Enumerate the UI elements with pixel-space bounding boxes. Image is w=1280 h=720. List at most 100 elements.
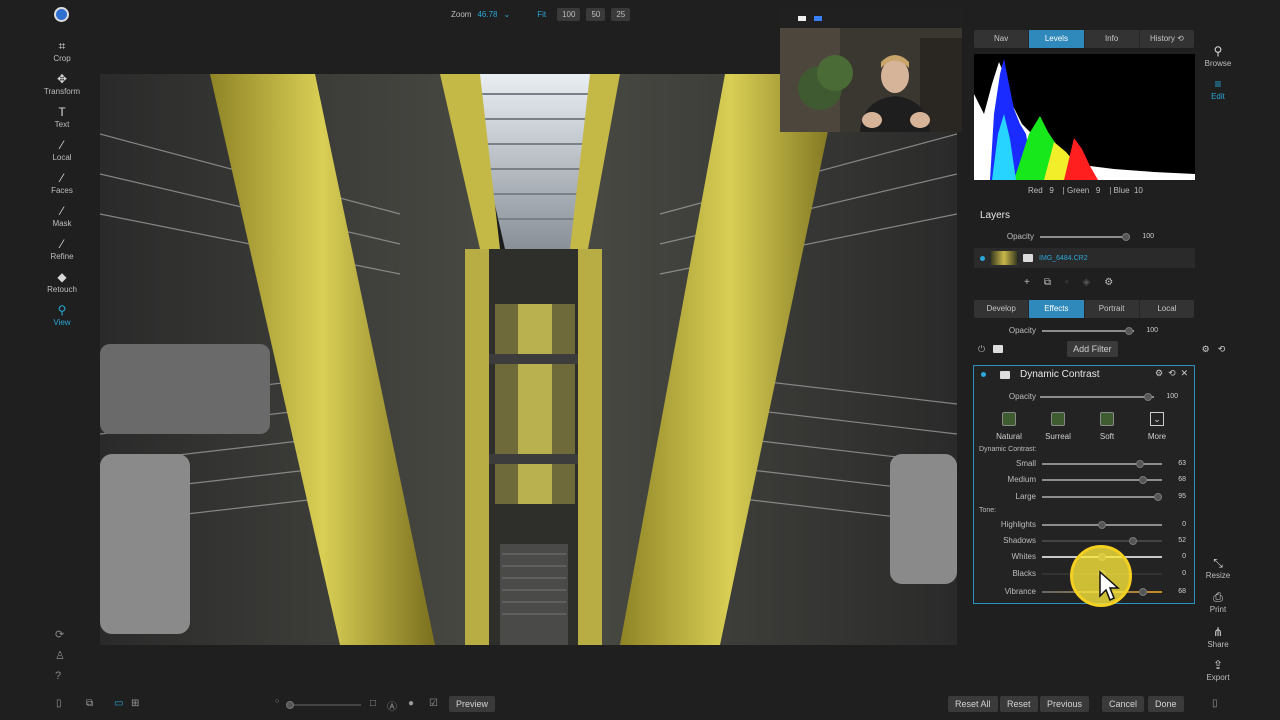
close-icon[interactable]: ✕	[1181, 368, 1189, 379]
effects-opacity-slider[interactable]	[1042, 326, 1134, 335]
add-layer-icon[interactable]: +	[1024, 277, 1030, 288]
slider-knob[interactable]	[1136, 459, 1145, 468]
resize-button[interactable]: ⤡ Resize	[1202, 556, 1234, 589]
layer-settings-icon[interactable]: ⚙	[1104, 277, 1113, 288]
duplicate-layer-icon[interactable]: ⧉	[1044, 277, 1051, 288]
check-icon[interactable]: ☑	[429, 698, 438, 709]
mask-toggle-icon[interactable]: ⏻	[978, 344, 985, 355]
compare-icon[interactable]: ⧉	[86, 698, 93, 709]
effects-opacity-value[interactable]: 100	[1142, 327, 1158, 334]
add-filter-button[interactable]: Add Filter	[1067, 341, 1118, 357]
slider-knob[interactable]	[1098, 520, 1106, 529]
done-button[interactable]: Done	[1148, 696, 1184, 712]
tab-local[interactable]: Local	[1140, 300, 1194, 318]
highlights-slider[interactable]	[1042, 520, 1162, 529]
brush-slider[interactable]	[286, 701, 361, 709]
tab-levels[interactable]: Levels	[1029, 30, 1085, 48]
medium-value[interactable]: 68	[1170, 476, 1186, 483]
delete-layer-icon[interactable]: ▫	[1065, 277, 1069, 288]
tool-transform[interactable]: ✥ Transform	[40, 73, 84, 106]
split-view-icon[interactable]: ⊞	[131, 698, 139, 709]
layers-opacity-slider[interactable]	[1040, 232, 1130, 241]
slider-knob[interactable]	[1121, 232, 1130, 241]
vibrance-value[interactable]: 68	[1170, 588, 1186, 595]
preset-surreal[interactable]: Surreal	[1038, 412, 1078, 441]
tool-faces[interactable]: ⁄ Faces	[40, 172, 84, 205]
window-icon[interactable]	[814, 15, 822, 21]
filter-settings-icon[interactable]: ⚙	[1202, 344, 1210, 355]
slider-knob[interactable]	[1144, 392, 1153, 401]
layer-name[interactable]: IMG_6484.CR2	[1039, 255, 1088, 262]
print-button[interactable]: ⎙ Print	[1202, 590, 1234, 623]
panel-toggle-right-icon[interactable]: ▯	[1212, 698, 1218, 709]
visibility-dot-icon[interactable]	[980, 255, 985, 261]
slider-knob[interactable]	[1138, 475, 1147, 484]
tool-text[interactable]: T Text	[40, 106, 84, 139]
shadows-value[interactable]: 52	[1170, 537, 1186, 544]
blacks-value[interactable]: 0	[1170, 570, 1186, 577]
zoom-fit-button[interactable]: Fit	[532, 8, 551, 21]
slider-knob[interactable]	[1138, 587, 1147, 596]
app-logo[interactable]	[54, 7, 69, 22]
previous-button[interactable]: Previous	[1040, 696, 1090, 712]
layer-row[interactable]: IMG_6484.CR2	[974, 248, 1195, 268]
tab-portrait[interactable]: Portrait	[1085, 300, 1140, 318]
small-slider[interactable]	[1042, 459, 1162, 468]
reset-icon[interactable]: ⟲	[1168, 368, 1176, 379]
tool-local[interactable]: ⁄ Local	[40, 139, 84, 172]
preset-soft[interactable]: Soft	[1087, 412, 1127, 441]
filter-opacity-slider[interactable]	[1040, 392, 1154, 401]
slider-knob[interactable]	[286, 701, 294, 709]
browse-button[interactable]: ⚲ Browse	[1202, 44, 1234, 77]
chevron-down-icon[interactable]: ⌄	[503, 10, 510, 19]
photo-canvas[interactable]	[100, 74, 957, 645]
highlights-value[interactable]: 0	[1170, 521, 1186, 528]
zoom-100-button[interactable]: 100	[557, 8, 581, 21]
tab-develop[interactable]: Develop	[974, 300, 1030, 318]
tool-mask[interactable]: ⁄ Mask	[40, 205, 84, 238]
export-button[interactable]: ⇪ Export	[1202, 658, 1234, 691]
preset-more[interactable]: ⌄ More	[1137, 412, 1177, 441]
filter-opacity-value[interactable]: 100	[1162, 393, 1178, 400]
overlay-icon[interactable]: ●	[408, 698, 414, 709]
sync-icon[interactable]: ⟳	[55, 628, 65, 641]
mask-view-icon[interactable]: □	[370, 698, 376, 709]
tool-refine[interactable]: ⁄ Refine	[40, 238, 84, 271]
webcam-controls[interactable]	[780, 8, 962, 28]
whites-value[interactable]: 0	[1170, 553, 1186, 560]
reset-all-button[interactable]: Reset All	[948, 696, 998, 712]
user-icon[interactable]: ♙	[55, 649, 65, 662]
medium-slider[interactable]	[1042, 475, 1162, 484]
layers-opacity-value[interactable]: 100	[1138, 233, 1154, 240]
reset-button[interactable]: Reset	[1000, 696, 1038, 712]
small-value[interactable]: 63	[1170, 460, 1186, 467]
tool-retouch[interactable]: ◆ Retouch	[40, 271, 84, 304]
tool-view[interactable]: ⚲ View	[40, 304, 84, 337]
gear-icon[interactable]: ⚙	[1155, 368, 1163, 379]
zoom-value[interactable]: 46.78	[477, 10, 497, 19]
slider-knob[interactable]	[1129, 536, 1138, 545]
cancel-button[interactable]: Cancel	[1102, 696, 1145, 712]
large-value[interactable]: 95	[1170, 493, 1186, 500]
tab-history[interactable]: History ⟲	[1140, 30, 1194, 48]
slider-knob[interactable]	[1125, 326, 1134, 335]
panel-toggle-icon[interactable]: ▯	[56, 698, 62, 709]
share-button[interactable]: ⋔ Share	[1202, 625, 1234, 658]
tool-crop[interactable]: ⌗ Crop	[40, 40, 84, 73]
tab-info[interactable]: Info	[1085, 30, 1140, 48]
preview-button[interactable]: Preview	[449, 696, 496, 712]
shadows-slider[interactable]	[1042, 536, 1162, 545]
preset-natural[interactable]: Natural	[989, 412, 1029, 441]
minimize-icon[interactable]	[798, 15, 806, 21]
auto-icon[interactable]: Ⓐ	[387, 698, 397, 713]
zoom-50-button[interactable]: 50	[586, 8, 606, 21]
filter-visibility-icon[interactable]	[981, 372, 986, 377]
slider-knob[interactable]	[1154, 492, 1163, 501]
edit-button[interactable]: ≡ Edit	[1202, 77, 1234, 110]
help-icon[interactable]: ?	[55, 670, 65, 682]
stack-icon[interactable]: ◈	[1083, 277, 1091, 288]
reset-filter-icon[interactable]: ⟲	[1218, 344, 1226, 355]
large-slider[interactable]	[1042, 492, 1163, 501]
tab-nav[interactable]: Nav	[974, 30, 1030, 48]
tab-effects[interactable]: Effects	[1029, 300, 1085, 318]
